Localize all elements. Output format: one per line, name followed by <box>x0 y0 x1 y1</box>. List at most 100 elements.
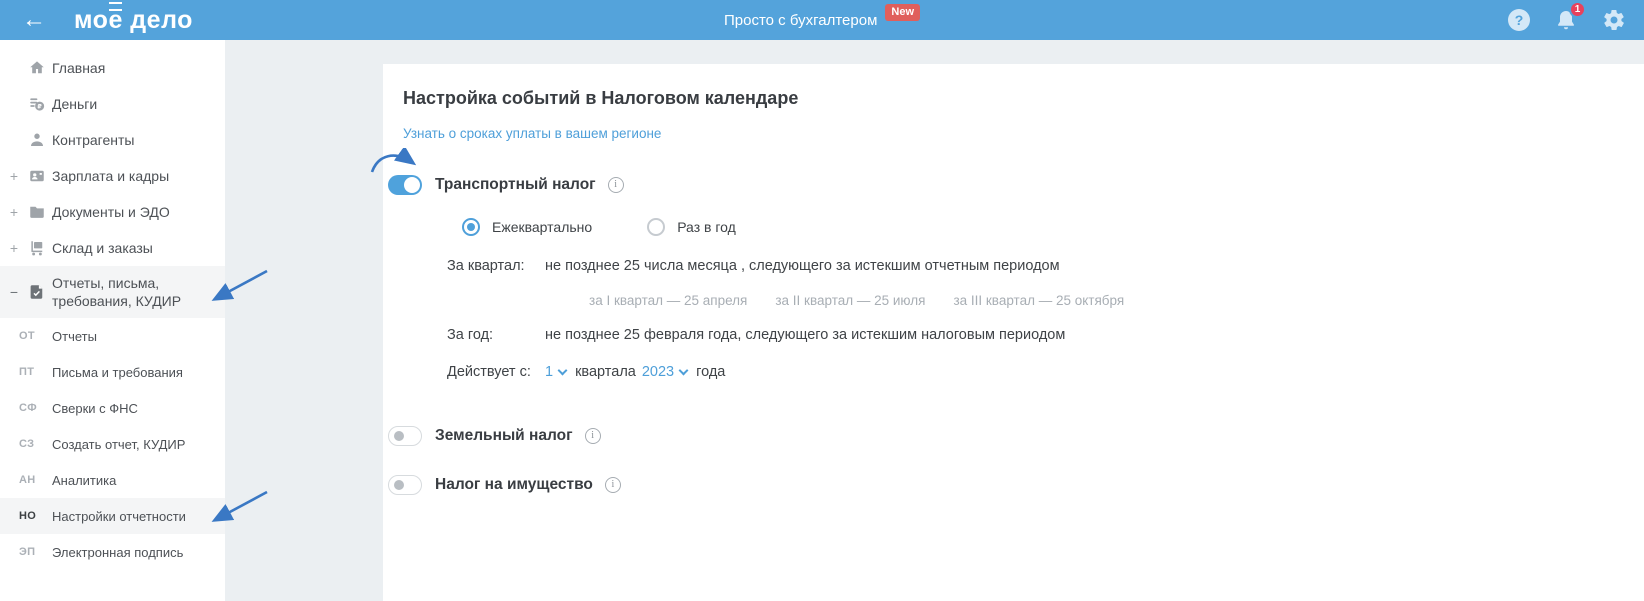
subitem-abbr: АН <box>19 474 36 486</box>
period-radio-group: Ежеквартально Раз в год <box>462 218 1604 236</box>
app-logo[interactable]: мое дело <box>74 1 193 39</box>
sidebar-item-label: Склад и заказы <box>52 240 153 256</box>
land-tax-toggle[interactable] <box>388 426 422 446</box>
promo-banner[interactable]: Просто с бухгалтером New <box>723 0 921 40</box>
subitem-abbr: СФ <box>19 402 37 414</box>
property-tax-title: Налог на имущество <box>435 476 593 493</box>
sidebar-subitem-reports[interactable]: ОТ Отчеты <box>0 318 225 354</box>
year-value: не позднее 25 февраля года, следующего з… <box>545 327 1066 343</box>
property-tax-toggle[interactable] <box>388 475 422 495</box>
collapse-minus-icon[interactable]: − <box>8 283 20 301</box>
info-icon[interactable]: i <box>607 177 624 193</box>
sidebar-item-label: Зарплата и кадры <box>52 168 170 184</box>
help-icon[interactable]: ? <box>1508 9 1530 31</box>
quarter-select-value[interactable]: 1 <box>545 362 553 382</box>
valid-from-row: Действует с: 1 квартала 2023 года <box>447 362 1604 382</box>
money-icon: ₽ <box>28 95 46 113</box>
subitem-abbr: ОТ <box>19 330 35 342</box>
bell-icon <box>1554 11 1578 36</box>
page-title: Настройка событий в Налоговом календаре <box>403 88 799 108</box>
subitem-label: Создать отчет, КУДИР <box>52 436 186 452</box>
person-icon <box>28 131 46 149</box>
back-arrow-icon[interactable]: ← <box>22 0 46 40</box>
quarter-2-date: за II квартал — 25 июля <box>775 293 926 308</box>
subitem-label: Аналитика <box>52 472 117 488</box>
chevron-down-icon[interactable] <box>678 365 689 375</box>
year-deadline-row: За год: не позднее 25 февраля года, след… <box>447 325 1604 345</box>
valid-from-label: Действует с: <box>447 364 531 380</box>
year-select-value[interactable]: 2023 <box>642 362 674 382</box>
year-label: За год: <box>447 327 494 343</box>
quarter-dates-row: за I квартал — 25 апреля за II квартал —… <box>589 293 1604 308</box>
radio-quarterly-label[interactable]: Ежеквартально <box>492 219 592 235</box>
sidebar-item-documents[interactable]: + Документы и ЭДО <box>0 194 225 230</box>
subitem-abbr: ПТ <box>19 366 35 378</box>
year-word: года <box>696 364 726 380</box>
sidebar-subitem-analytics[interactable]: АН Аналитика <box>0 462 225 498</box>
info-icon[interactable]: i <box>584 428 601 444</box>
subitem-abbr: НО <box>19 510 37 522</box>
home-icon <box>28 59 46 77</box>
expand-plus-icon[interactable]: + <box>8 240 20 256</box>
sidebar-item-main[interactable]: Главная <box>0 50 225 86</box>
land-tax-block: Земельный налог i <box>388 426 1604 446</box>
quarter-label: За квартал: <box>447 258 525 274</box>
cart-icon <box>28 239 46 257</box>
radio-quarterly[interactable] <box>462 218 480 236</box>
svg-text:₽: ₽ <box>37 104 42 111</box>
sidebar-subitem-esignature[interactable]: ЭП Электронная подпись <box>0 534 225 570</box>
settings-gear-icon[interactable] <box>1602 8 1626 32</box>
sidebar-subitem-report-settings[interactable]: НО Настройки отчетности <box>0 498 225 534</box>
sidebar: Главная ₽ Деньги Контрагенты + Зарплата … <box>0 40 225 601</box>
land-tax-title: Земельный налог <box>435 427 573 444</box>
folder-icon <box>28 203 46 221</box>
sidebar-item-label: Отчеты, письма, требования, КУДИР <box>52 275 182 309</box>
quarter-3-date: за III квартал — 25 октября <box>953 293 1125 308</box>
sidebar-item-money[interactable]: ₽ Деньги <box>0 86 225 122</box>
quarter-word: квартала <box>575 364 636 380</box>
sidebar-item-label: Документы и ЭДО <box>52 204 170 220</box>
sidebar-subitem-letters[interactable]: ПТ Письма и требования <box>0 354 225 390</box>
transport-tax-toggle[interactable] <box>388 175 422 195</box>
expand-plus-icon[interactable]: + <box>8 168 20 184</box>
transport-tax-block: Транспортный налог i Ежеквартально Раз в… <box>370 145 1604 382</box>
topbar-actions: ? 1 <box>1508 0 1626 40</box>
topbar: ← мое дело Просто с бухгалтером New ? 1 <box>0 0 1644 40</box>
sidebar-item-salary[interactable]: + Зарплата и кадры <box>0 158 225 194</box>
promo-text: Просто с бухгалтером <box>723 11 878 29</box>
sidebar-item-warehouse[interactable]: + Склад и заказы <box>0 230 225 266</box>
report-check-icon <box>28 283 46 301</box>
subitem-label: Настройки отчетности <box>52 508 186 524</box>
notification-count-badge: 1 <box>1569 1 1586 18</box>
subitem-label: Электронная подпись <box>52 544 184 560</box>
sidebar-subitem-fns-checks[interactable]: СФ Сверки с ФНС <box>0 390 225 426</box>
transport-tax-title: Транспортный налог <box>435 176 596 193</box>
notifications-button[interactable]: 1 <box>1554 1 1586 32</box>
quarter-1-date: за I квартал — 25 апреля <box>589 293 748 308</box>
radio-yearly-label[interactable]: Раз в год <box>677 219 736 235</box>
chevron-down-icon[interactable] <box>557 365 568 375</box>
quarter-deadline-row: За квартал: не позднее 25 числа месяца ,… <box>447 256 1604 276</box>
region-deadlines-link[interactable]: Узнать о сроках уплаты в вашем регионе <box>403 126 661 141</box>
logo-accent-letter: е <box>108 1 122 39</box>
content-panel: Настройка событий в Налоговом календаре … <box>370 64 1644 601</box>
badge-card-icon <box>28 167 46 185</box>
sidebar-item-label: Контрагенты <box>52 132 135 148</box>
expand-plus-icon[interactable]: + <box>8 204 20 220</box>
sidebar-subitem-create-report[interactable]: СЗ Создать отчет, КУДИР <box>0 426 225 462</box>
subitem-abbr: СЗ <box>19 438 35 450</box>
subitem-abbr: ЭП <box>19 546 36 558</box>
quarter-value: не позднее 25 числа месяца , следующего … <box>545 258 1060 274</box>
sidebar-item-label: Деньги <box>52 96 98 112</box>
deadline-details: За квартал: не позднее 25 числа месяца ,… <box>447 256 1604 382</box>
sidebar-item-contractors[interactable]: Контрагенты <box>0 122 225 158</box>
radio-yearly[interactable] <box>647 218 666 236</box>
subitem-label: Сверки с ФНС <box>52 400 138 416</box>
logo-text-post: дело <box>122 6 193 34</box>
sidebar-item-label: Главная <box>52 60 106 76</box>
subitem-label: Отчеты <box>52 328 97 344</box>
subitem-label: Письма и требования <box>52 364 183 380</box>
info-icon[interactable]: i <box>604 477 621 493</box>
sidebar-item-reports[interactable]: − Отчеты, письма, требования, КУДИР <box>0 266 225 318</box>
new-badge: New <box>885 3 921 21</box>
